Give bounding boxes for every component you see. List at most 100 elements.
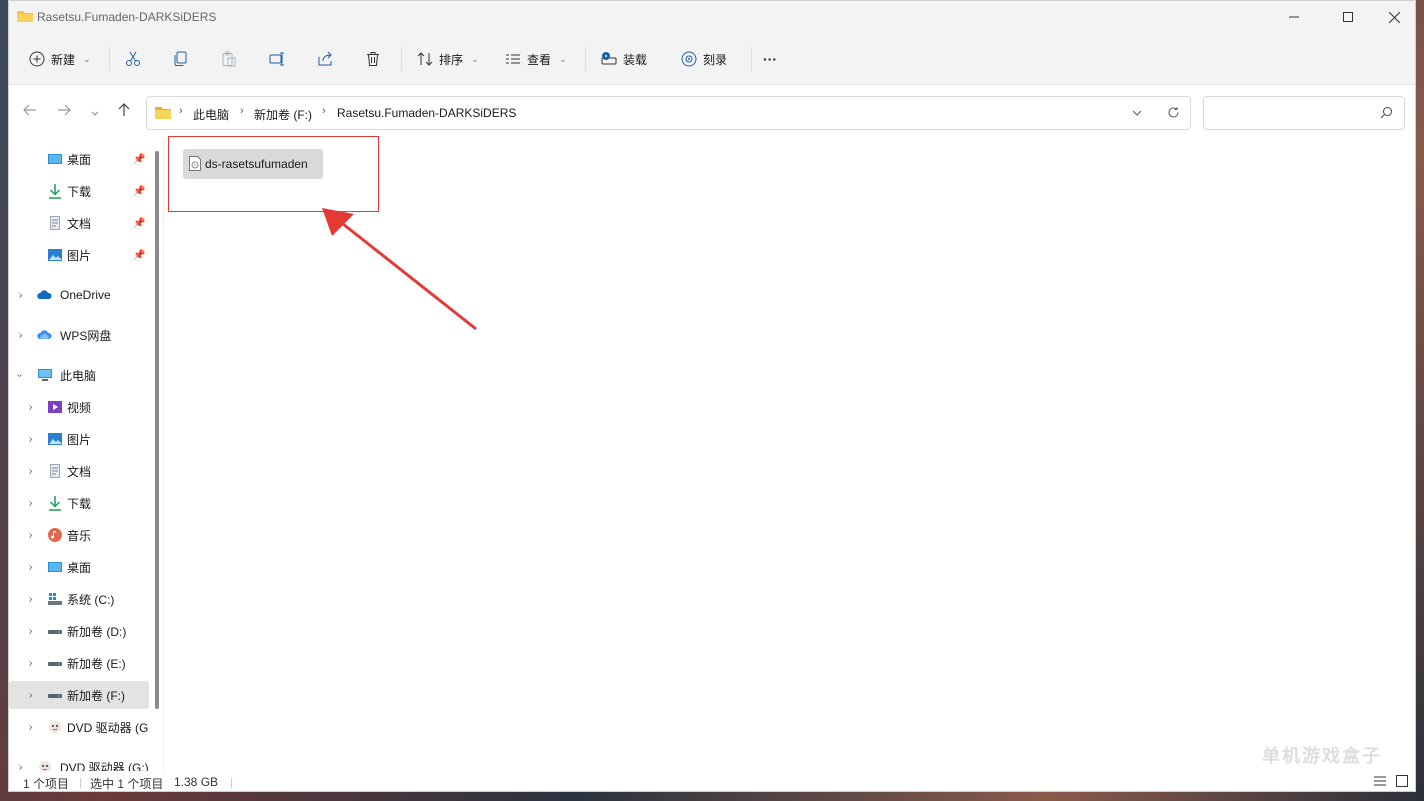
sidebar-item-drive-c[interactable]: › 系统 (C:)	[9, 585, 149, 613]
sidebar-item-dvd-drive[interactable]: › DVD 驱动器 (G	[9, 713, 149, 741]
chevron-right-icon[interactable]: ›	[29, 498, 32, 509]
chevron-right-icon[interactable]: ›	[29, 690, 32, 701]
sidebar-item-music[interactable]: › 音乐	[9, 521, 149, 549]
sidebar-item-documents-pinned[interactable]: 文档 📌	[9, 209, 149, 237]
burn-button[interactable]: 刻录	[681, 45, 727, 73]
sidebar-item-desktop[interactable]: › 桌面	[9, 553, 149, 581]
explorer-window: Rasetsu.Fumaden-DARKSiDERS 新建 ⌄ 排序 ⌄ 查看 …	[8, 0, 1416, 792]
sidebar-item-label: OneDrive	[60, 288, 111, 302]
maximize-button[interactable]	[1325, 1, 1371, 33]
chevron-right-icon[interactable]: ›	[29, 402, 32, 413]
pictures-icon	[48, 249, 62, 261]
details-view-button[interactable]	[1373, 774, 1387, 791]
sort-icon	[417, 52, 433, 66]
new-button[interactable]: 新建 ⌄	[29, 45, 91, 73]
breadcrumb-current-folder[interactable]: Rasetsu.Fumaden-DARKSiDERS	[337, 106, 516, 120]
burn-label: 刻录	[703, 52, 728, 67]
music-icon	[48, 528, 62, 542]
sidebar-item-label: WPS网盘	[60, 328, 112, 343]
breadcrumb-this-pc[interactable]: 此电脑	[193, 106, 229, 123]
chevron-right-icon[interactable]: ›	[29, 722, 32, 733]
chevron-right-icon[interactable]: ›	[29, 466, 32, 477]
sidebar-item-label: 视频	[67, 400, 92, 415]
chevron-right-icon[interactable]: ›	[19, 762, 22, 772]
address-bar[interactable]: › 此电脑 › 新加卷 (F:) › Rasetsu.Fumaden-DARKS…	[146, 96, 1191, 130]
maximize-icon	[1343, 12, 1353, 22]
copy-button[interactable]	[173, 45, 189, 73]
watermark-text: 单机游戏盒子	[1262, 746, 1382, 766]
status-divider: |	[79, 775, 83, 789]
chevron-right-icon[interactable]: ›	[19, 330, 22, 341]
sidebar-scrollbar[interactable]	[155, 151, 159, 709]
paste-button[interactable]	[221, 45, 237, 73]
sidebar-item-label: 文档	[67, 464, 92, 479]
chevron-right-icon[interactable]: ›	[19, 290, 22, 301]
rename-button[interactable]	[269, 45, 285, 73]
search-input[interactable]	[1210, 103, 1370, 123]
sidebar-item-drive-d[interactable]: › 新加卷 (D:)	[9, 617, 149, 645]
address-history-button[interactable]	[1132, 107, 1142, 121]
chevron-down-icon[interactable]: ›	[14, 373, 25, 376]
desktop-icon	[48, 562, 62, 572]
drive-icon	[48, 662, 62, 666]
sidebar-item-onedrive[interactable]: › OneDrive	[9, 281, 149, 309]
close-button[interactable]	[1371, 1, 1415, 33]
sidebar-item-label: 桌面	[67, 152, 92, 167]
sidebar-item-videos[interactable]: › 视频	[9, 393, 149, 421]
minimize-button[interactable]	[1271, 1, 1317, 33]
pin-icon: 📌	[133, 249, 146, 261]
more-options-button[interactable]: ···	[763, 45, 777, 73]
sidebar-item-downloads[interactable]: › 下载	[9, 489, 149, 517]
view-label: 查看	[527, 52, 552, 67]
sidebar-item-label: DVD 驱动器 (G:)	[60, 760, 149, 772]
mount-button[interactable]: 装载	[601, 45, 647, 73]
status-divider: |	[230, 775, 234, 789]
sidebar-item-label: 文档	[67, 216, 92, 231]
sort-button[interactable]: 排序 ⌄	[417, 45, 479, 73]
share-icon	[318, 51, 332, 66]
refresh-button[interactable]	[1167, 106, 1180, 122]
sidebar-item-label: 系统 (C:)	[67, 592, 115, 607]
share-button[interactable]	[317, 45, 333, 73]
chevron-down-icon: ⌄	[83, 53, 91, 64]
search-button[interactable]	[1380, 106, 1393, 122]
sidebar-item-dvd-drive-root[interactable]: › DVD 驱动器 (G:)	[9, 753, 149, 771]
cut-button[interactable]	[125, 45, 141, 73]
large-icons-view-button[interactable]	[1395, 774, 1409, 791]
chevron-right-icon[interactable]: ›	[29, 626, 32, 637]
delete-button[interactable]	[365, 45, 381, 73]
chevron-right-icon[interactable]: ›	[29, 658, 32, 669]
details-view-icon	[1374, 776, 1386, 786]
sidebar-item-documents[interactable]: › 文档	[9, 457, 149, 485]
view-button[interactable]: 查看 ⌄	[505, 45, 567, 73]
chevron-right-icon[interactable]: ›	[29, 434, 32, 445]
file-list: ds-rasetsufumaden	[164, 136, 1415, 771]
chevron-right-icon[interactable]: ›	[29, 530, 32, 541]
chevron-right-icon[interactable]: ›	[29, 562, 32, 573]
refresh-icon	[1168, 107, 1179, 118]
up-button[interactable]	[117, 103, 131, 120]
sidebar-item-drive-f[interactable]: › 新加卷 (F:)	[9, 681, 149, 709]
recent-locations-button[interactable]	[91, 105, 99, 121]
separator	[401, 47, 402, 71]
sidebar-item-pictures-pinned[interactable]: 图片 📌	[9, 241, 149, 269]
trash-icon	[367, 52, 379, 66]
item-count: 1 个项目	[23, 777, 70, 791]
title-bar: Rasetsu.Fumaden-DARKSiDERS	[9, 1, 1415, 33]
chevron-right-icon[interactable]: ›	[29, 594, 32, 605]
search-box[interactable]	[1203, 96, 1405, 130]
rename-icon	[269, 52, 284, 66]
back-button[interactable]	[23, 103, 37, 120]
sidebar-item-desktop-pinned[interactable]: 桌面 📌	[9, 145, 149, 173]
annotation-arrow	[322, 208, 477, 331]
sidebar-item-this-pc[interactable]: › 此电脑	[9, 361, 149, 389]
annotation-highlight-box	[168, 136, 379, 212]
copy-icon	[174, 51, 187, 66]
sidebar-item-wps-cloud[interactable]: › WPS网盘	[9, 321, 149, 349]
sidebar-item-downloads-pinned[interactable]: 下载 📌	[9, 177, 149, 205]
breadcrumb-drive-f[interactable]: 新加卷 (F:)	[254, 106, 312, 123]
forward-button[interactable]	[57, 103, 71, 120]
sidebar-item-pictures[interactable]: › 图片	[9, 425, 149, 453]
sidebar-item-drive-e[interactable]: › 新加卷 (E:)	[9, 649, 149, 677]
command-bar: 新建 ⌄ 排序 ⌄ 查看 ⌄ 装载 刻录 ···	[9, 33, 1415, 85]
